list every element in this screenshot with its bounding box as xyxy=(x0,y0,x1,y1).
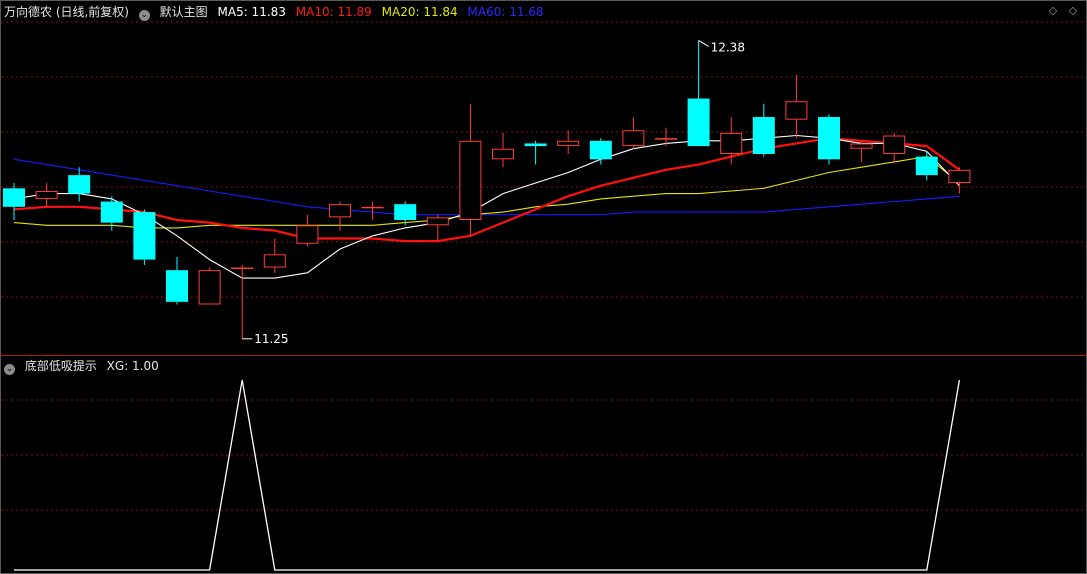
candle-body xyxy=(752,117,775,154)
high-marker xyxy=(698,40,709,47)
candle-body xyxy=(426,217,449,226)
candle-body xyxy=(948,169,971,184)
candle-body xyxy=(720,132,743,155)
candle-body xyxy=(850,143,873,149)
candle-body xyxy=(818,117,840,160)
candle-body xyxy=(35,190,58,199)
circle-chevron-icon[interactable]: ⌄ xyxy=(138,10,150,21)
candle-body xyxy=(198,270,221,305)
ma20-label: MA20: 11.84 xyxy=(381,5,458,19)
candle-body xyxy=(100,201,123,223)
ma-line-ma5 xyxy=(13,134,960,279)
template-label[interactable]: 默认主图 xyxy=(160,5,208,19)
candle-body xyxy=(883,135,906,155)
candle-body xyxy=(655,138,677,140)
candle-body xyxy=(589,140,612,160)
diamond-icon[interactable]: ◇ xyxy=(1047,5,1059,17)
candle-body xyxy=(166,270,188,302)
candle-body xyxy=(394,204,417,220)
candle-body xyxy=(361,206,384,209)
candle-body xyxy=(329,204,351,218)
candle-body xyxy=(3,188,25,207)
candle-body xyxy=(622,130,645,147)
subchart-title: 底部低吸提示 xyxy=(24,359,97,373)
candle-body xyxy=(231,267,254,270)
ma60-label: MA60: 11.68 xyxy=(467,5,544,19)
sub-legend: ⌄ 底部低吸提示 XG: 1.00 xyxy=(4,358,165,375)
stock-title: 万向德农 (日线,前复权) xyxy=(4,5,129,19)
candle-body xyxy=(133,212,156,260)
xg-line xyxy=(14,379,961,571)
candle-body xyxy=(524,143,547,147)
main-legend: 万向德农 (日线,前复权) ⌄ 默认主图 MA5: 11.83 MA10: 11… xyxy=(4,4,550,21)
candle-body xyxy=(263,254,286,268)
candle-body xyxy=(557,140,580,147)
candle-body xyxy=(785,101,808,120)
candle-body xyxy=(68,175,91,194)
high-annotation: 12.38 xyxy=(711,40,745,54)
ma-line-ma10 xyxy=(13,137,961,243)
ma10-label: MA10: 11.89 xyxy=(295,5,372,19)
ma5-label: MA5: 11.83 xyxy=(217,5,286,19)
ma-line-ma20 xyxy=(13,156,960,229)
candle-body xyxy=(459,140,482,220)
panel-divider[interactable] xyxy=(0,355,1087,356)
candle-body xyxy=(915,156,938,176)
xg-label: XG: 1.00 xyxy=(106,359,159,373)
low-annotation: 11.25 xyxy=(254,332,288,346)
candle-body xyxy=(687,98,710,147)
candlestick-chart[interactable]: 12.38 11.25 xyxy=(0,0,1087,574)
candle-body xyxy=(296,225,319,244)
circle-chevron-icon[interactable]: ⌄ xyxy=(4,364,15,375)
candle-body xyxy=(492,148,514,160)
diamond-icon[interactable]: ◇ xyxy=(1067,5,1079,17)
